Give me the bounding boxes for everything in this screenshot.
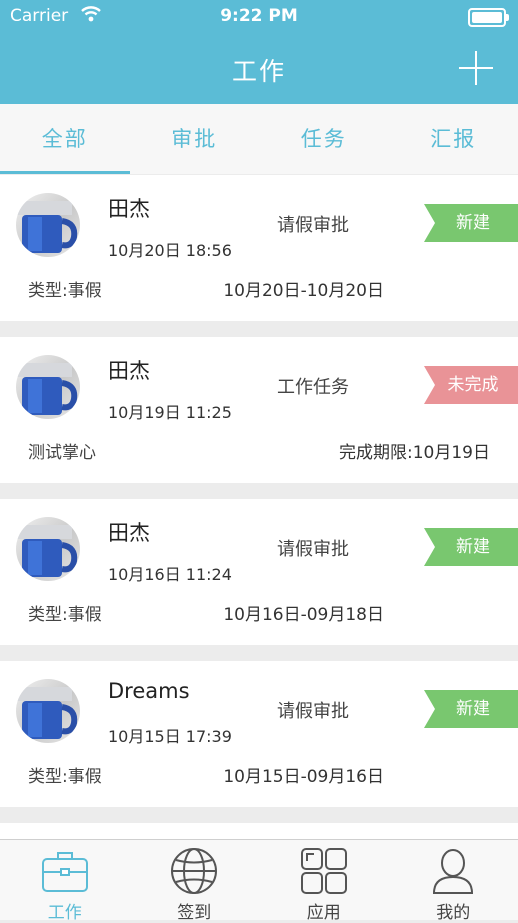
list-item[interactable]: 田杰 10月20日 18:56 请假审批 新建 类型:事假 10月20日-10月…	[0, 175, 518, 321]
timestamp: 10月16日 11:24	[108, 561, 232, 585]
avatar	[16, 355, 80, 419]
battery-icon	[468, 8, 506, 27]
item-detail: 测试掌心	[28, 438, 96, 463]
status-badge: 未完成	[424, 366, 518, 404]
bottom-tab-bar: 工作 签到 应用 我的	[0, 839, 518, 920]
top-bar: Carrier 9:22 PM 工作	[0, 0, 518, 104]
item-date-range: 10月15日-09月16日	[223, 762, 384, 787]
item-detail: 类型:事假	[28, 276, 102, 301]
tabbar-label: 我的	[389, 898, 518, 923]
mug-image	[16, 679, 80, 743]
tabbar-label: 工作	[0, 898, 130, 923]
tab-all[interactable]: 全部	[0, 104, 130, 174]
tabbar-apps[interactable]: 应用	[259, 840, 389, 920]
item-type: 请假审批	[277, 535, 349, 561]
sender-name: 田杰	[108, 517, 150, 547]
mug-image	[16, 355, 80, 419]
list-item[interactable]: 田杰 10月16日 11:24 请假审批 新建 类型:事假 10月16日-09月…	[0, 499, 518, 645]
grid-icon	[299, 846, 349, 896]
add-icon[interactable]	[458, 50, 494, 86]
item-type: 请假审批	[277, 697, 349, 723]
tabbar-work[interactable]: 工作	[0, 840, 130, 920]
clock: 9:22 PM	[0, 6, 518, 26]
avatar	[16, 517, 80, 581]
item-type: 请假审批	[277, 211, 349, 237]
tabbar-label: 应用	[259, 898, 389, 923]
status-bar: Carrier 9:22 PM	[0, 0, 518, 34]
sender-name: 田杰	[108, 355, 150, 385]
item-deadline: 完成期限:10月19日	[339, 438, 490, 463]
list-item[interactable]: Dreams 10月15日 17:39 请假审批 新建 类型:事假 10月15日…	[0, 661, 518, 807]
tab-task[interactable]: 任务	[259, 104, 389, 174]
tabbar-mine[interactable]: 我的	[389, 840, 518, 920]
sender-name: 田杰	[108, 193, 150, 223]
sender-name: Dreams	[108, 679, 190, 703]
mug-image	[16, 193, 80, 257]
list-item[interactable]: 田杰 10月19日 11:25 工作任务 未完成 测试掌心 完成期限:10月19…	[0, 337, 518, 483]
item-type: 工作任务	[277, 373, 349, 399]
page-title: 工作	[0, 52, 518, 88]
item-date-range: 10月16日-09月18日	[223, 600, 384, 625]
item-date-range: 10月20日-10月20日	[223, 276, 384, 301]
status-badge: 新建	[424, 204, 518, 242]
item-detail: 类型:事假	[28, 600, 102, 625]
filter-tabs: 全部 审批 任务 汇报	[0, 104, 518, 174]
tabbar-checkin[interactable]: 签到	[130, 840, 260, 920]
person-icon	[428, 846, 478, 896]
tabbar-label: 签到	[130, 898, 260, 923]
status-badge: 新建	[424, 528, 518, 566]
status-badge: 新建	[424, 690, 518, 728]
tab-report[interactable]: 汇报	[389, 104, 518, 174]
briefcase-icon	[40, 846, 90, 896]
avatar	[16, 193, 80, 257]
timestamp: 10月19日 11:25	[108, 399, 232, 423]
avatar	[16, 679, 80, 743]
timestamp: 10月20日 18:56	[108, 237, 232, 261]
tab-approval[interactable]: 审批	[130, 104, 260, 174]
globe-icon	[169, 846, 219, 896]
timestamp: 10月15日 17:39	[108, 723, 232, 747]
mug-image	[16, 517, 80, 581]
item-detail: 类型:事假	[28, 762, 102, 787]
